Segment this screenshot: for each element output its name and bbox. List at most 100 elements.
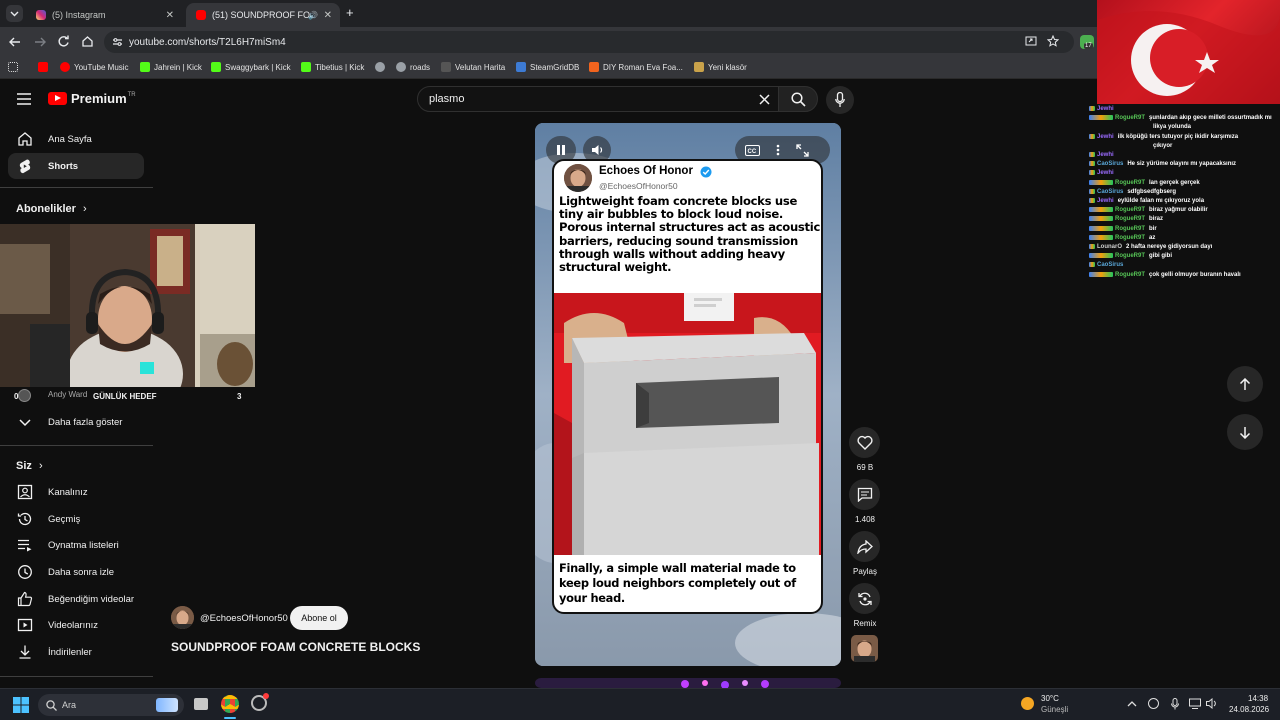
tab-youtube-short[interactable]: (51) SOUNDPROOF FOAM C 🔊 ✕: [186, 3, 340, 27]
fullscreen-icon[interactable]: [796, 143, 809, 157]
chat-username[interactable]: RogueR9T: [1115, 226, 1145, 232]
chat-username[interactable]: RogueR9T: [1115, 272, 1145, 278]
search-icon: [46, 700, 57, 711]
microphone-icon[interactable]: [1171, 698, 1179, 710]
chat-username[interactable]: CaoSirus: [1097, 262, 1123, 268]
hamburger-menu-icon[interactable]: [17, 93, 31, 105]
sidebar-item-downloads[interactable]: İndirilenler: [8, 639, 144, 665]
clock-time[interactable]: 14:38: [1248, 694, 1268, 703]
closed-captions-icon[interactable]: CC: [745, 144, 760, 156]
chat-username[interactable]: LounarO: [1097, 244, 1122, 250]
bookmark-swaggybark[interactable]: Swaggybark | Kick: [211, 62, 291, 72]
youtube-premium-logo[interactable]: Premium TR: [48, 91, 136, 106]
home-icon[interactable]: [81, 35, 94, 48]
sidebar-item-liked-videos[interactable]: Beğendiğim videolar: [8, 586, 144, 612]
channel-avatar[interactable]: [171, 606, 194, 629]
chat-username[interactable]: CaoSirus: [1097, 161, 1123, 167]
sidebar-item-playlists[interactable]: Oynatma listeleri: [8, 532, 144, 558]
bookmark-jahrein[interactable]: Jahrein | Kick: [140, 62, 202, 72]
chat-username[interactable]: RogueR9T: [1115, 235, 1145, 241]
next-short-preview[interactable]: [535, 678, 841, 688]
sidebar-item-your-videos[interactable]: Videolarınız: [8, 612, 144, 638]
channel-handle[interactable]: @EchoesOfHonor50: [200, 613, 288, 624]
sidebar-item-home[interactable]: Ana Sayfa: [8, 126, 144, 152]
network-icon[interactable]: [1189, 698, 1201, 709]
speaker-icon[interactable]: 🔊: [308, 11, 318, 20]
you-heading[interactable]: Siz ›: [16, 460, 43, 472]
short-video-player[interactable]: CC Echoes Of Honor @EchoesOfHonor50 Ligh…: [535, 123, 841, 666]
chat-username[interactable]: RogueR9T: [1115, 115, 1145, 121]
remix-button[interactable]: [849, 583, 880, 614]
subscribe-button[interactable]: Abone ol: [290, 606, 348, 630]
chat-badges-icon: [1089, 170, 1095, 176]
sidebar-item-andy-ward[interactable]: Andy Ward: [48, 390, 87, 399]
subscriptions-heading[interactable]: Abonelikler ›: [16, 203, 87, 215]
stream-goal-bar: Andy Ward 0 GÜNLÜK HEDEF 3: [0, 387, 255, 405]
search-input[interactable]: plasmo: [417, 86, 779, 112]
chat-username[interactable]: Jewhi: [1097, 170, 1114, 176]
chat-username[interactable]: Jewhi: [1097, 152, 1114, 158]
bookmark-steamgriddb[interactable]: SteamGridDB: [516, 62, 579, 72]
search-button[interactable]: [778, 86, 818, 112]
speaker-icon[interactable]: [1206, 698, 1218, 709]
audio-thumbnail[interactable]: [851, 635, 878, 662]
chevron-up-icon[interactable]: [1127, 700, 1137, 707]
weather-icon[interactable]: [1021, 697, 1034, 710]
tab-search-button[interactable]: [6, 5, 23, 22]
clock-date[interactable]: 24.08.2026: [1229, 705, 1269, 714]
site-info-icon[interactable]: [112, 37, 123, 47]
windows-start-icon[interactable]: [13, 697, 29, 713]
close-icon[interactable]: ✕: [166, 10, 174, 21]
star-icon[interactable]: [1047, 35, 1059, 47]
chat-message: RogueR9T gibi gibi: [1089, 252, 1172, 261]
bookmark-diy-roman[interactable]: DIY Roman Eva Foa...: [589, 62, 683, 72]
close-icon[interactable]: ✕: [324, 10, 332, 21]
apps-grid-icon[interactable]: [8, 62, 18, 72]
sidebar-item-your-channel[interactable]: Kanalınız: [8, 479, 144, 505]
chat-message: Jewhi eylülde falan mı çıkıyoruz yola: [1089, 197, 1204, 206]
tab-instagram[interactable]: (5) Instagram ✕: [26, 3, 182, 27]
new-tab-button[interactable]: +: [346, 5, 354, 20]
youtube-icon: [38, 62, 48, 72]
cast-icon[interactable]: [1025, 36, 1037, 47]
address-bar[interactable]: youtube.com/shorts/T2L6H7miSm4: [104, 31, 1074, 53]
chat-username[interactable]: RogueR9T: [1115, 207, 1145, 213]
bookmark-velutan[interactable]: Velutan Harita: [441, 62, 505, 72]
clear-search-icon[interactable]: [759, 94, 770, 105]
bookmark-roads[interactable]: roads: [396, 62, 430, 72]
bookmark-youtube[interactable]: [38, 62, 48, 72]
card-avatar: [564, 164, 592, 192]
chrome-taskbar-icon[interactable]: [221, 695, 239, 713]
next-short-button[interactable]: [1227, 414, 1263, 450]
chat-username[interactable]: CaoSirus: [1097, 189, 1123, 195]
previous-short-button[interactable]: [1227, 366, 1263, 402]
voice-search-button[interactable]: [826, 86, 854, 114]
taskbar-search-box[interactable]: Ara: [38, 694, 184, 716]
show-more-button[interactable]: Daha fazla göster: [8, 409, 144, 435]
more-options-icon[interactable]: [776, 144, 780, 156]
chat-username[interactable]: Jewhi: [1097, 106, 1114, 112]
back-arrow-icon[interactable]: [8, 36, 22, 48]
chat-username[interactable]: Jewhi: [1097, 134, 1114, 140]
chat-text: 2 hafta nereye gidiyorsun dayı: [1126, 244, 1213, 250]
reload-icon[interactable]: [57, 35, 70, 48]
sidebar-item-shorts[interactable]: Shorts: [8, 153, 144, 179]
like-button[interactable]: [849, 427, 880, 458]
sidebar-item-watch-later[interactable]: Daha sonra izle: [8, 559, 144, 585]
bookmark-tibetius[interactable]: Tibetius | Kick: [301, 62, 364, 72]
sidebar-item-history[interactable]: Geçmiş: [8, 506, 144, 532]
bookmark-globe[interactable]: [375, 62, 385, 72]
chat-username[interactable]: RogueR9T: [1115, 180, 1145, 186]
chat-username[interactable]: RogueR9T: [1115, 253, 1145, 259]
task-view-icon[interactable]: [194, 698, 208, 710]
chat-message: RogueR9T lan gerçek gerçek: [1089, 179, 1200, 188]
chat-username[interactable]: RogueR9T: [1115, 216, 1145, 222]
arrow-down-icon: [1239, 426, 1251, 439]
bookmark-youtube-music[interactable]: YouTube Music: [60, 62, 129, 72]
chat-username[interactable]: Jewhi: [1097, 198, 1114, 204]
sync-icon[interactable]: [1148, 698, 1159, 709]
bookmark-folder[interactable]: Yeni klasör: [694, 62, 747, 72]
comments-button[interactable]: [849, 479, 880, 510]
forward-arrow-icon[interactable]: [33, 36, 47, 48]
share-button[interactable]: [849, 531, 880, 562]
